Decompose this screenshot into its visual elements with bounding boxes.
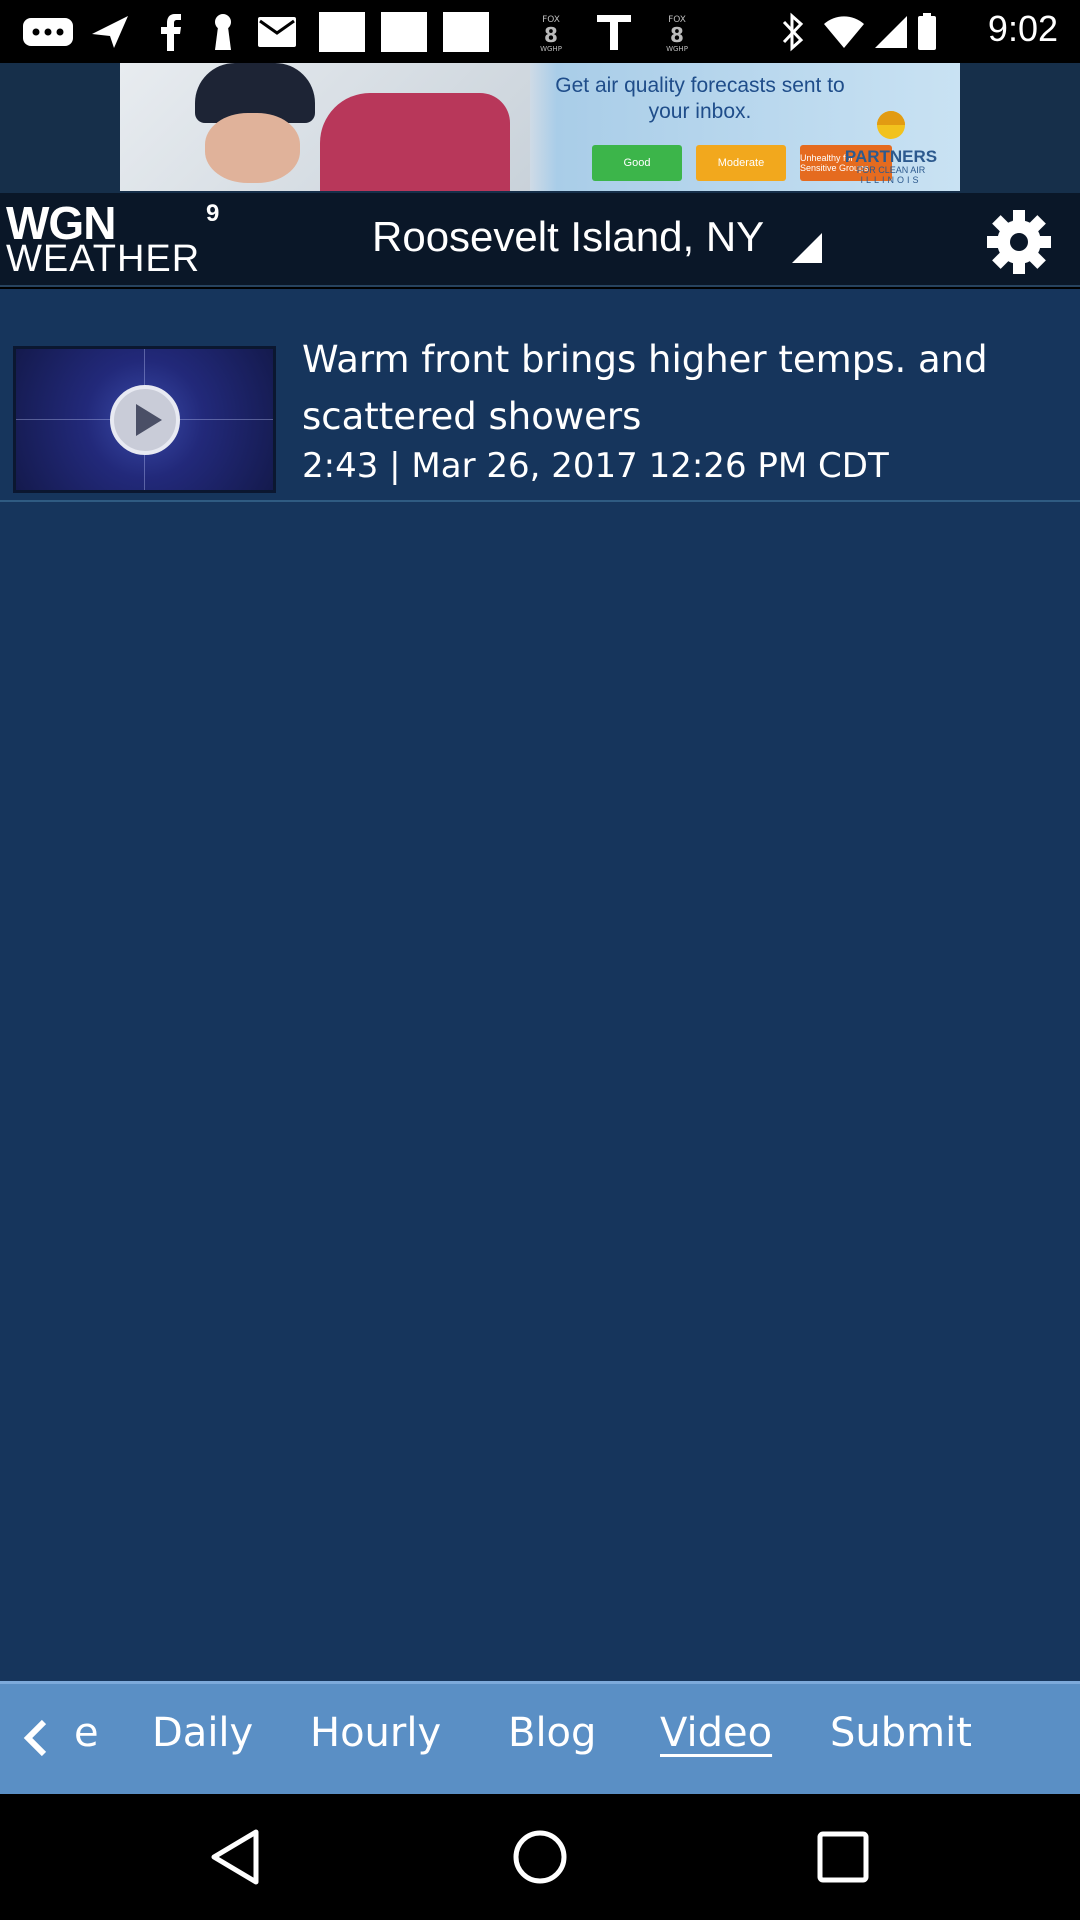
wgn-weather-logo[interactable]: WGN 9 WEATHER xyxy=(6,200,260,280)
settings-button[interactable] xyxy=(985,208,1053,276)
ad-text: Get air quality forecasts sent to your i… xyxy=(555,74,845,123)
dropdown-caret-icon xyxy=(792,233,823,263)
wifi-icon xyxy=(822,13,866,51)
ad-banner[interactable]: Get air quality forecasts sent to your i… xyxy=(120,63,960,191)
square-icon xyxy=(380,12,428,52)
list-item[interactable]: Warm front brings higher temps. and scat… xyxy=(0,289,1080,502)
mail-icon xyxy=(256,13,298,51)
logo-nine-text: 9 xyxy=(206,200,220,227)
tab-daily[interactable]: Daily xyxy=(152,1710,253,1756)
svg-text:8: 8 xyxy=(544,23,558,47)
status-bar: FOX 8 WGHP FOX 8 WGHP 9:02 xyxy=(0,0,1080,63)
app-header: WGN 9 WEATHER Roosevelt Island, NY xyxy=(0,193,1080,287)
location-selector[interactable]: Roosevelt Island, NY xyxy=(372,211,823,263)
ad-button-good[interactable]: Good xyxy=(592,145,682,181)
ad-logo-title: PARTNERS xyxy=(844,147,938,166)
facebook-icon xyxy=(152,13,188,51)
back-icon[interactable] xyxy=(204,1824,270,1890)
tab-blog[interactable]: Blog xyxy=(508,1710,596,1756)
ad-button-moderate[interactable]: Moderate xyxy=(696,145,786,181)
tab-partial[interactable]: e xyxy=(74,1710,99,1756)
ad-photo xyxy=(120,63,530,191)
ad-logo-state: ILLINOIS xyxy=(860,175,922,185)
svg-text:8: 8 xyxy=(670,23,684,47)
video-title[interactable]: Warm front brings higher temps. and scat… xyxy=(302,331,1062,445)
ad-row: Get air quality forecasts sent to your i… xyxy=(0,63,1080,193)
ad-logo-sun-icon xyxy=(877,111,905,139)
tab-video[interactable]: Video xyxy=(660,1710,772,1756)
keyhole-icon xyxy=(208,13,238,51)
fox8-icon: FOX 8 WGHP xyxy=(658,13,696,52)
fox8-icon: FOX 8 WGHP xyxy=(532,13,570,52)
tab-bar: e Daily Hourly Blog Video Submit xyxy=(0,1681,1080,1794)
t-icon xyxy=(594,13,634,51)
recents-icon[interactable] xyxy=(810,1824,876,1890)
gear-icon xyxy=(987,210,1051,274)
svg-text:WGHP: WGHP xyxy=(666,45,688,52)
video-thumbnail[interactable] xyxy=(13,346,276,493)
play-triangle xyxy=(136,404,162,436)
chevron-left-icon[interactable] xyxy=(20,1718,54,1758)
navigation-icon xyxy=(88,13,132,51)
battery-icon xyxy=(916,13,938,51)
ad-photo-coat xyxy=(320,93,510,191)
logo-weather-text: WEATHER xyxy=(6,238,201,280)
location-label: Roosevelt Island, NY xyxy=(372,213,765,260)
svg-text:WGHP: WGHP xyxy=(540,45,562,52)
status-time: 9:02 xyxy=(987,8,1058,49)
tab-hourly[interactable]: Hourly xyxy=(310,1710,441,1756)
tab-submit[interactable]: Submit xyxy=(830,1710,972,1756)
more-icon xyxy=(22,13,74,51)
bluetooth-icon xyxy=(778,12,808,52)
ad-photo-face xyxy=(205,113,300,183)
square-icon xyxy=(318,12,366,52)
system-nav-bar xyxy=(0,1794,1080,1920)
video-meta: 2:43 | Mar 26, 2017 12:26 PM CDT xyxy=(302,446,889,486)
ad-logo: PARTNERS FOR CLEAN AIR ILLINOIS xyxy=(836,69,946,185)
ad-logo-sub: FOR CLEAN AIR xyxy=(856,165,926,175)
video-list: Warm front brings higher temps. and scat… xyxy=(0,289,1080,1681)
home-icon[interactable] xyxy=(507,1824,573,1890)
play-icon[interactable] xyxy=(110,385,180,455)
square-icon xyxy=(442,12,490,52)
signal-icon xyxy=(872,13,910,51)
